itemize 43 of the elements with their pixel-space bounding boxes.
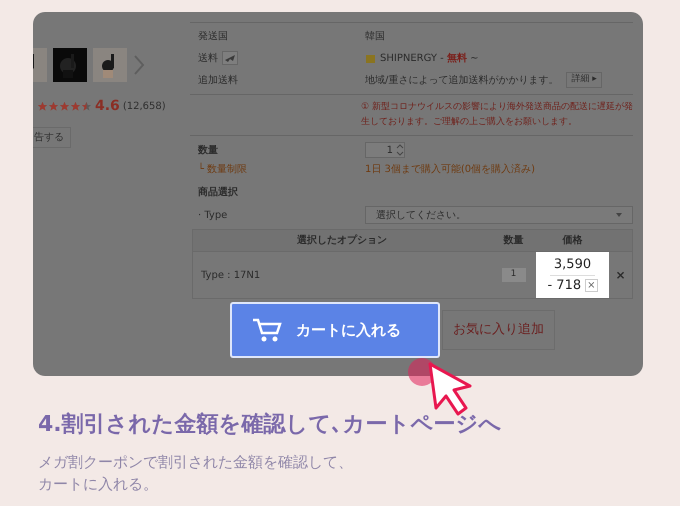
row-quantity-field[interactable]: 1 — [502, 268, 526, 282]
step-heading: 4.割引された金額を確認して､カートページへ — [38, 411, 502, 439]
shipping-value: SHIPNERGY - 無料 ~ — [380, 52, 478, 66]
shipping-value: 韓国 — [365, 30, 385, 44]
star-icon — [59, 101, 70, 112]
review-count: (12,658) — [122, 100, 166, 114]
column-header: 数量 — [502, 234, 524, 248]
coupon-remove-button[interactable]: × — [585, 278, 598, 292]
remove-button[interactable]: × — [609, 266, 632, 284]
add-to-favorites-button[interactable]: お気に入り追加 — [442, 310, 555, 350]
star-icon — [48, 101, 59, 112]
notice-text: ① 新型コロナウイルスの影響により海外発送商品の配送に遅延が発生しております。ご理解の上ご購入をお願いします。 — [361, 100, 633, 129]
shipping-value: 地域/重さによって追加送料がかかります。 — [365, 74, 558, 88]
column-header: 価格 — [561, 234, 584, 248]
column-header: 選択したオプション — [296, 233, 388, 248]
shipping-label: 発送国 — [198, 30, 228, 44]
star-icon — [70, 101, 81, 112]
report-button[interactable]: 告する — [33, 127, 71, 148]
option-section-title: 商品選択 — [198, 185, 239, 200]
star-icon — [81, 101, 92, 112]
add-to-cart-button[interactable]: カートに入れる — [230, 302, 440, 358]
type-label: · Type — [198, 208, 228, 222]
shipping-label: 送料 — [198, 52, 218, 66]
quantity-limit-label: └ 数量制限 — [198, 162, 248, 177]
shipping-label: 追加送料 — [198, 74, 238, 88]
type-select[interactable]: 選択してください。 — [365, 206, 633, 224]
step-description: メガ割クーポンで割引された金額を確認して、 — [38, 452, 354, 473]
dropdown-icon — [616, 213, 622, 217]
star-icon — [37, 101, 48, 112]
spinner-icon[interactable] — [396, 143, 404, 157]
box-icon — [365, 52, 376, 64]
detail-button[interactable]: 詳細 ▸ — [566, 72, 602, 88]
cart-icon — [252, 317, 282, 343]
rating: 4.6 — [95, 97, 120, 116]
quantity-field[interactable]: 1 — [365, 142, 405, 158]
chevron-right-icon[interactable] — [133, 54, 145, 76]
price: 3,590 — [550, 255, 596, 276]
airplane-icon — [222, 51, 238, 65]
discount: - 718 — [547, 276, 582, 294]
quantity-label: 数量 — [198, 144, 219, 158]
quantity-limit-text: 1日 3個まで購入可能(0個を購入済み) — [365, 162, 536, 177]
option-name: Type : 17N1 — [200, 268, 262, 282]
step-description: カートに入れる。 — [38, 474, 159, 495]
